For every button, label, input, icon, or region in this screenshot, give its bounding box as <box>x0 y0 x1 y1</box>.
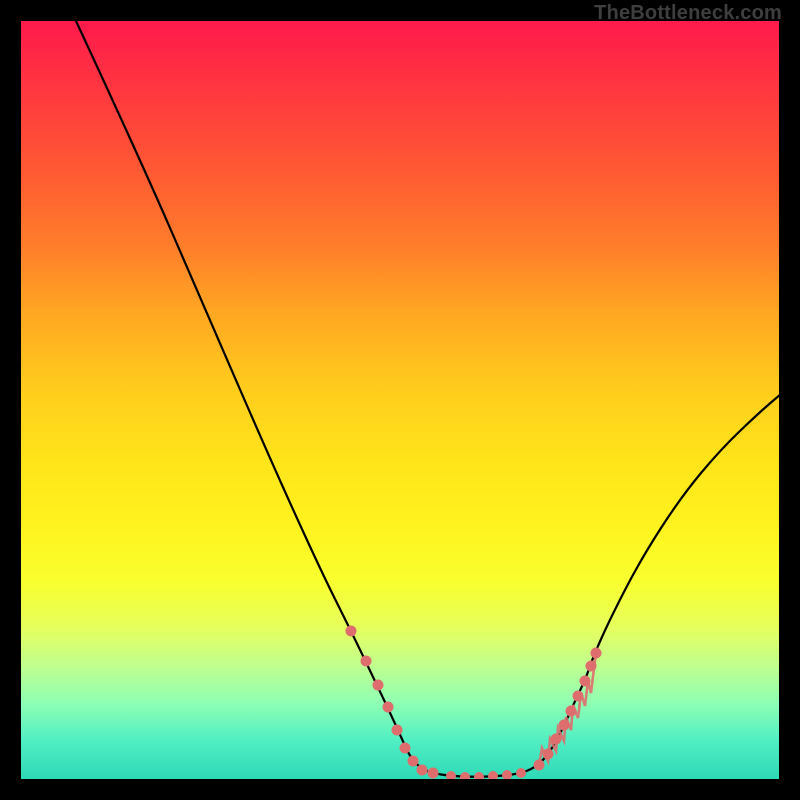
marker-dot <box>361 656 372 667</box>
marker-dot <box>346 626 357 637</box>
marker-dot <box>488 771 498 779</box>
plot-area <box>21 21 779 779</box>
marker-dot <box>408 756 419 767</box>
marker-dot <box>516 768 526 778</box>
marker-dot <box>417 765 428 776</box>
marker-dot <box>383 702 394 713</box>
curve-path <box>76 21 779 777</box>
marker-dot <box>446 771 456 779</box>
bottleneck-curve <box>21 21 779 779</box>
marker-dot <box>400 743 411 754</box>
marker-dot <box>502 770 512 779</box>
marker-dot <box>474 772 484 779</box>
watermark-text: TheBottleneck.com <box>594 2 782 25</box>
marker-dot <box>460 772 470 779</box>
marker-dot <box>373 680 384 691</box>
chart-frame <box>16 16 784 784</box>
marker-dot <box>428 768 439 779</box>
marker-dot <box>392 725 403 736</box>
